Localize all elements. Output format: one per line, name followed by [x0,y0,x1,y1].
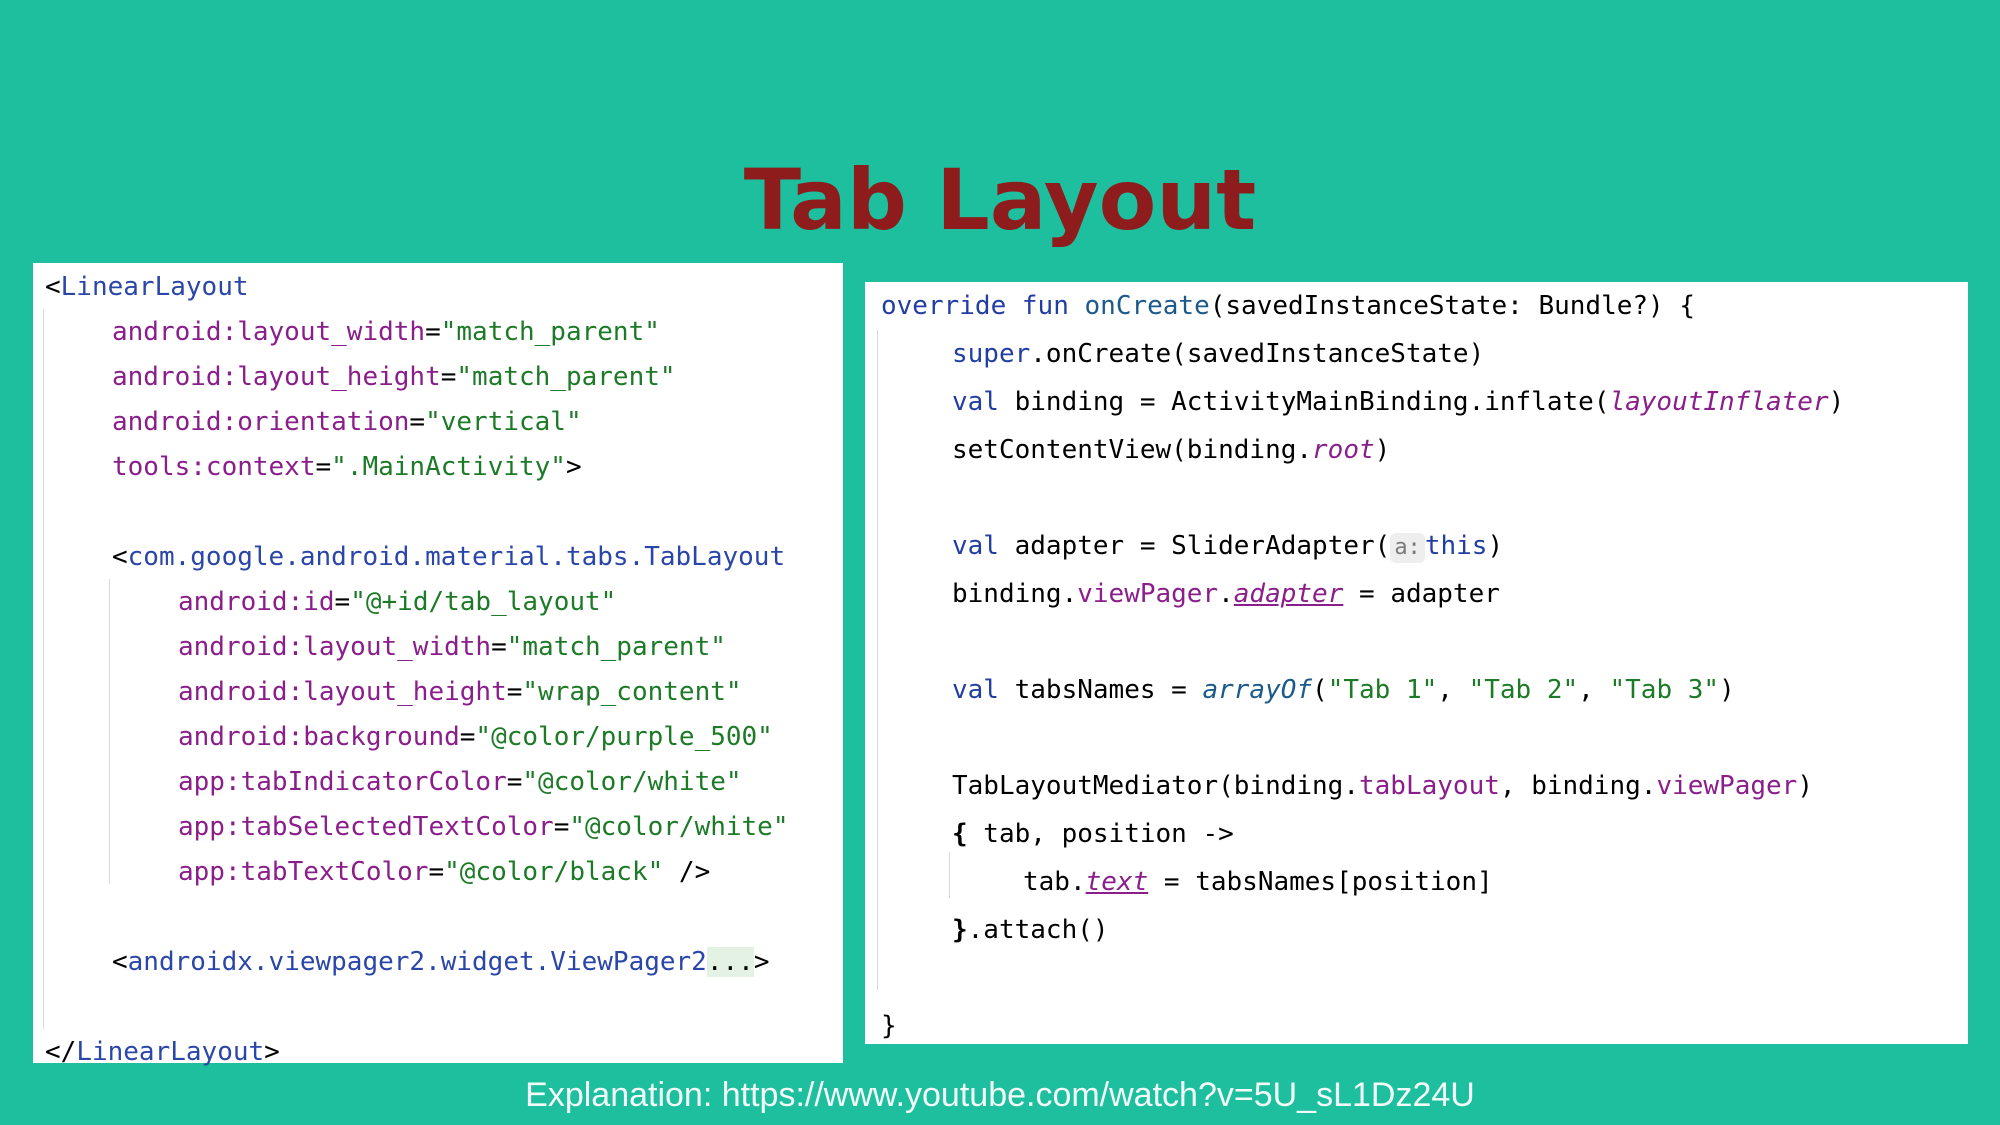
explanation-link[interactable]: Explanation: https://www.youtube.com/wat… [0,1075,2000,1115]
indent-guide [43,309,44,1029]
code-line: }.attach() [952,915,1109,945]
indent-guide [877,330,878,990]
code-line: <androidx.viewpager2.widget.ViewPager2..… [112,947,770,977]
code-line: } [881,1011,897,1041]
xml-code-panel: <LinearLayout android:layout_width="matc… [33,263,843,1067]
code-line: setContentView(binding.root) [952,435,1391,465]
code-line: android:orientation="vertical" [112,407,582,437]
indent-guide [949,852,950,898]
code-line: val tabsNames = arrayOf("Tab 1", "Tab 2"… [952,675,1735,705]
code-line: android:background="@color/purple_500" [178,722,773,752]
code-line: android:layout_height="wrap_content" [178,677,742,707]
folded-code-indicator[interactable]: ... [706,947,754,977]
code-line: super.onCreate(savedInstanceState) [952,339,1485,369]
code-line: TabLayoutMediator(binding.tabLayout, bin… [952,771,1813,801]
code-line: android:id="@+id/tab_layout" [178,587,617,617]
parameter-hint: a: [1390,533,1425,563]
code-line: android:layout_width="match_parent" [112,317,660,347]
code-line: android:layout_width="match_parent" [178,632,726,662]
kotlin-code: override fun onCreate(savedInstanceState… [881,282,1844,1041]
xml-code: <LinearLayout android:layout_width="matc… [45,265,789,1067]
code-line: <LinearLayout [45,272,249,302]
code-line: val adapter = SliderAdapter(a: this) [952,531,1504,563]
code-line: { tab, position -> [952,819,1234,849]
code-line: </LinearLayout> [45,1037,280,1067]
code-line: app:tabSelectedTextColor="@color/white" [178,812,789,842]
code-line: binding.viewPager.adapter = adapter [952,579,1500,609]
code-line: val binding = ActivityMainBinding.inflat… [952,387,1845,417]
code-line: android:layout_height="match_parent" [112,362,676,392]
indent-guide [109,579,110,884]
code-line: app:tabTextColor="@color/black" /> [178,857,711,887]
code-line: app:tabIndicatorColor="@color/white" [178,767,742,797]
code-line: tools:context=".MainActivity"> [112,452,582,482]
code-line: tab.text = tabsNames[position] [1023,867,1493,897]
code-line: override fun onCreate(savedInstanceState… [881,291,1696,321]
code-line: <com.google.android.material.tabs.TabLay… [112,542,786,572]
slide-title: Tab Layout [743,151,1257,249]
kotlin-code-panel: override fun onCreate(savedInstanceState… [865,282,1968,1044]
